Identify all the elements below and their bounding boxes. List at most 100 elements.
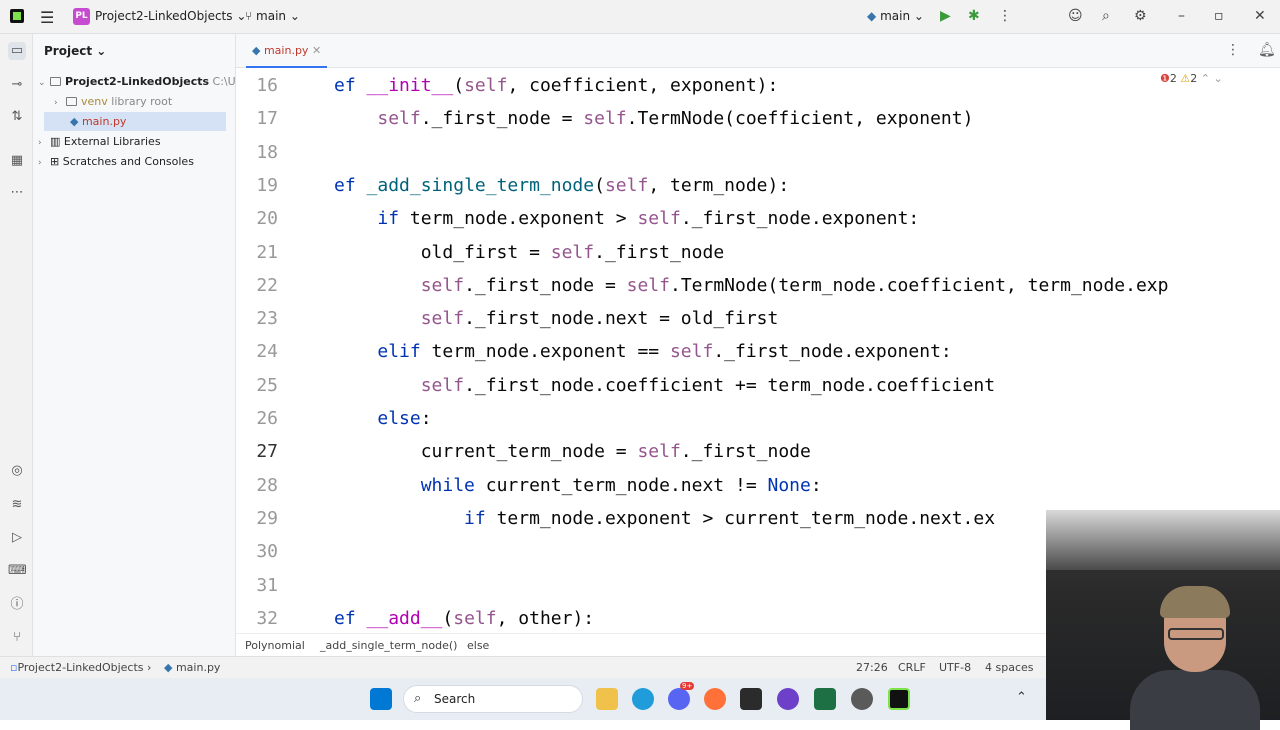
caret-position[interactable]: 27:26 xyxy=(856,661,888,674)
close-icon[interactable]: ✕ xyxy=(1254,8,1266,24)
structure-icon[interactable]: ▦ xyxy=(8,152,26,170)
excel-icon[interactable] xyxy=(814,688,836,710)
settings-icon[interactable]: ⚙ xyxy=(1134,8,1147,24)
inspections-widget[interactable]: ❶2 ⚠2 ⌃ ⌄ xyxy=(1160,72,1223,85)
line-number: 18 xyxy=(256,141,278,163)
line-number: 25 xyxy=(256,374,278,396)
settings-app-icon[interactable] xyxy=(851,688,873,710)
code-line[interactable]: self._first_node.coefficient += term_nod… xyxy=(334,375,995,396)
github-desktop-icon[interactable] xyxy=(777,688,799,710)
webcam-background xyxy=(1046,510,1280,570)
more-actions-icon[interactable]: ⋮ xyxy=(998,8,1012,24)
terminal-app-icon[interactable] xyxy=(740,688,762,710)
tree-item-main-py[interactable]: ◆ main.py xyxy=(70,115,126,128)
breadcrumb-method[interactable]: _add_single_term_node() xyxy=(320,639,457,652)
services-icon[interactable]: ▷ xyxy=(8,529,26,547)
file-explorer-icon[interactable] xyxy=(596,688,618,710)
python-file-icon: ◆ xyxy=(70,115,79,128)
status-path-project[interactable]: ▫Project2-LinkedObjects › xyxy=(10,661,151,674)
run-config-name: main xyxy=(880,9,911,23)
line-number: 32 xyxy=(256,607,278,629)
line-number: 26 xyxy=(256,408,278,429)
run-icon[interactable]: ▶ xyxy=(940,8,951,24)
tree-item-external-libraries[interactable]: › ▥ External Libraries xyxy=(38,135,161,148)
maximize-icon[interactable]: ▫ xyxy=(1214,8,1224,24)
branch-selector[interactable]: ⑂ main ⌄ xyxy=(245,9,300,23)
chevron-down-icon[interactable]: ⌄ xyxy=(38,78,50,88)
project-tool-icon[interactable]: ▭ xyxy=(8,42,26,60)
code-line[interactable]: self._first_node = self.TermNode(term_no… xyxy=(334,275,1169,296)
project-panel-header[interactable]: Project ⌄ xyxy=(44,44,106,58)
code-line[interactable]: ef __add__(self, other): xyxy=(334,608,594,629)
folder-icon xyxy=(50,77,61,86)
project-selector[interactable]: Project2-LinkedObjects ⌄ xyxy=(95,9,246,23)
code-line[interactable]: self._first_node.next = old_first xyxy=(334,308,779,329)
tab-main-py[interactable]: ◆ main.py ✕ xyxy=(246,34,328,68)
line-number: 23 xyxy=(256,308,278,330)
discord-icon[interactable]: 9+ xyxy=(668,682,695,710)
code-line[interactable]: if term_node.exponent > current_term_nod… xyxy=(334,508,995,529)
breadcrumb-block[interactable]: else xyxy=(467,639,489,652)
layers-icon[interactable]: ≋ xyxy=(8,496,26,514)
line-number: 24 xyxy=(256,341,278,363)
line-number: 27 xyxy=(256,441,278,463)
run-config-selector[interactable]: ◆ main ⌄ xyxy=(867,9,924,23)
scratches-icon: ⊞ xyxy=(50,155,60,168)
chevron-right-icon[interactable]: › xyxy=(38,158,50,168)
library-icon: ▥ xyxy=(50,135,61,148)
start-icon[interactable] xyxy=(370,688,392,710)
tool-window-strip: ▭ ⊸ ⇅ ▦ ⋯ ◎ ≋ ▷ ⌨ ⓘ ⑂ xyxy=(0,34,33,656)
code-line[interactable]: ef __init__(self, coefficient, exponent)… xyxy=(334,75,778,96)
code-line[interactable]: if term_node.exponent > self._first_node… xyxy=(334,208,919,229)
line-number: 17 xyxy=(256,108,278,130)
python-packages-icon[interactable]: ◎ xyxy=(8,462,26,480)
code-line[interactable]: elif term_node.exponent == self._first_n… xyxy=(334,341,951,362)
indent-setting[interactable]: 4 spaces xyxy=(985,661,1034,674)
code-line[interactable]: while current_term_node.next != None: xyxy=(334,475,822,496)
chevron-right-icon[interactable]: › xyxy=(54,98,66,108)
tab-actions-icon[interactable]: ⋮ xyxy=(1226,42,1240,58)
close-tab-icon[interactable]: ✕ xyxy=(312,44,321,57)
python-icon: ◆ xyxy=(867,9,877,23)
main-menu-icon[interactable]: ☰ xyxy=(40,8,54,27)
taskbar-search[interactable]: ⌕ Search xyxy=(403,685,583,713)
editor-gutter: 1617181920212223242526272829303132💡︎ xyxy=(236,68,349,632)
code-line[interactable]: self._first_node = self.TermNode(coeffic… xyxy=(334,108,973,129)
project-badge[interactable]: PL xyxy=(73,8,90,25)
project-name: Project2-LinkedObjects xyxy=(95,9,233,23)
minimize-icon[interactable]: – xyxy=(1178,8,1185,24)
problems-icon[interactable]: ⓘ xyxy=(8,596,26,614)
chevron-up-icon[interactable]: ⌃ xyxy=(1201,72,1210,85)
firefox-icon[interactable] xyxy=(704,688,726,710)
file-encoding[interactable]: UTF-8 xyxy=(939,661,971,674)
line-number: 21 xyxy=(256,241,278,263)
tree-item-scratches[interactable]: › ⊞ Scratches and Consoles xyxy=(38,155,194,168)
commit-icon[interactable]: ⊸ xyxy=(8,76,26,94)
more-tools-icon[interactable]: ⋯ xyxy=(8,184,26,202)
search-icon[interactable]: ⌕ xyxy=(1102,8,1110,24)
code-line[interactable]: old_first = self._first_node xyxy=(334,242,724,263)
title-bar: ☰ PL Project2-LinkedObjects ⌄ ⑂ main ⌄ ◆… xyxy=(0,0,1280,34)
line-separator[interactable]: CRLF xyxy=(898,661,926,674)
account-icon[interactable]: ☺ xyxy=(1068,8,1083,24)
chevron-right-icon[interactable]: › xyxy=(38,138,50,148)
error-icon: ❶ xyxy=(1160,72,1170,85)
code-line[interactable]: else: xyxy=(334,408,431,429)
pull-requests-icon[interactable]: ⇅ xyxy=(8,108,26,126)
chevron-down-icon[interactable]: ⌄ xyxy=(1213,72,1222,85)
line-number: 31 xyxy=(256,574,278,596)
terminal-icon[interactable]: ⌨ xyxy=(8,562,27,580)
breadcrumb-class[interactable]: Polynomial xyxy=(245,639,305,652)
code-line[interactable]: current_term_node = self._first_node xyxy=(334,441,811,462)
tree-item-venv[interactable]: › venv library root xyxy=(54,95,172,108)
code-line[interactable]: ef _add_single_term_node(self, term_node… xyxy=(334,175,789,196)
pycharm-app-icon[interactable] xyxy=(888,688,910,710)
webcam-person-glasses xyxy=(1168,628,1224,640)
tree-item-project-root[interactable]: ⌄ Project2-LinkedObjects C:\Us xyxy=(38,75,241,88)
edge-icon[interactable] xyxy=(632,688,654,710)
status-path-file[interactable]: ◆ main.py xyxy=(164,661,220,674)
tray-chevron-up-icon[interactable]: ⌃ xyxy=(1016,690,1027,705)
debug-icon[interactable]: ✱ xyxy=(968,8,980,24)
git-icon[interactable]: ⑂ xyxy=(8,629,26,647)
notifications-icon[interactable]: 🔔︎ xyxy=(1258,42,1276,58)
